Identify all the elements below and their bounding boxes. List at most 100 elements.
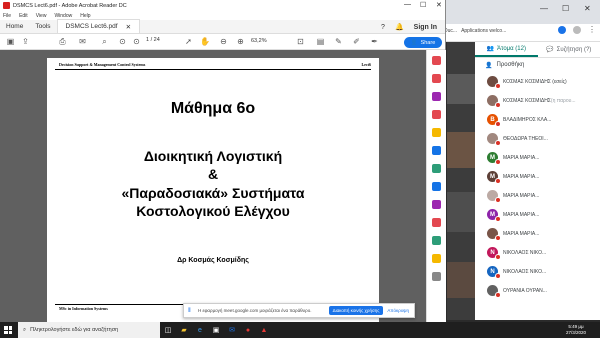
participant-row[interactable]: N ΝΙΚΟΛΑΟΣ ΝΙΚΟ... <box>475 262 600 281</box>
share-button[interactable]: 👤 Share <box>404 37 442 48</box>
scroll-mode-icon[interactable]: ▤ <box>316 37 325 46</box>
organize-icon[interactable] <box>432 164 441 173</box>
windows-start-icon[interactable] <box>4 326 12 334</box>
zoom-out-icon[interactable]: ⊖ <box>219 37 228 46</box>
acrobat-taskbar-icon[interactable]: ▲ <box>256 322 272 338</box>
sign-in-button[interactable]: Sign In <box>414 24 437 31</box>
create-pdf-icon[interactable] <box>432 74 441 83</box>
combine-icon[interactable] <box>432 146 441 155</box>
export-pdf-icon[interactable] <box>432 56 441 65</box>
avatar[interactable] <box>573 26 581 34</box>
participant-row[interactable]: ΜΑΡΙΑ ΜΑΡΙΑ... <box>475 186 600 205</box>
zoom-level[interactable]: 63,2% <box>251 38 267 44</box>
tab-bar: Home Tools DSMCS Lect6.pdf ✕ ? 🔔 Sign In <box>0 19 445 34</box>
participant-row[interactable]: ΘΕΟΔΩΡΑ ΤΗΕΟΙ... <box>475 129 600 148</box>
screen-share-notice: ⦀ Η εφαρμογή meet.google.com μοιράζεται … <box>183 303 415 318</box>
stamp-icon[interactable] <box>432 254 441 263</box>
add-people-button[interactable]: 👤 Προσθήκη <box>475 58 600 72</box>
participant-row[interactable]: ΚΟΣΜΑΣ ΚΟΣΜΙΔΗΣ (εσείς) <box>475 72 600 91</box>
minimize-icon[interactable]: — <box>540 4 548 13</box>
store-icon[interactable]: ▣ <box>208 322 224 338</box>
hide-notice-button[interactable]: Απόκρυψη <box>387 308 409 313</box>
avatar: B <box>487 114 501 127</box>
menu-help[interactable]: Help <box>80 13 90 19</box>
document-view[interactable]: Decision Support & Management Control Sy… <box>0 50 426 322</box>
edge-icon[interactable]: e <box>192 322 208 338</box>
system-clock[interactable]: 5:49 μμ 27/3/2020 <box>566 324 586 336</box>
close-icon[interactable]: ✕ <box>584 4 591 13</box>
fit-page-icon[interactable]: ⊡ <box>296 37 305 46</box>
menu-dots-icon[interactable]: ⋮ <box>588 25 596 34</box>
close-tab-icon[interactable]: ✕ <box>126 23 131 31</box>
tab-home[interactable]: Home <box>0 19 29 33</box>
file-explorer-icon[interactable]: ▰ <box>176 322 192 338</box>
participant-row[interactable]: B ΒΛΑΔΙΜΗΡΟΣ ΚΛΑ... <box>475 110 600 129</box>
menu-edit[interactable]: Edit <box>19 13 28 19</box>
send-icon[interactable] <box>432 218 441 227</box>
add-person-icon: 👤 <box>485 62 493 69</box>
close-icon[interactable]: ✕ <box>436 1 442 9</box>
pdf-page: Decision Support & Management Control Sy… <box>47 58 379 322</box>
participant-name: ΒΛΑΔΙΜΗΡΟΣ ΚΛΑ... <box>503 116 552 123</box>
slide-line: Διοικητική Λογιστική <box>143 148 283 164</box>
participant-row[interactable]: M ΜΑΡΙΑ ΜΑΡΙΑ... <box>475 205 600 224</box>
next-page-icon[interactable]: ⊙ <box>132 37 141 46</box>
chrome-icon[interactable]: ● <box>240 322 256 338</box>
tab-people[interactable]: 👥 Άτομα (12) <box>475 42 538 57</box>
convert-icon[interactable] <box>432 110 441 119</box>
select-cursor-icon[interactable]: ➚ <box>184 37 193 46</box>
menu-view[interactable]: View <box>36 13 47 19</box>
zoom-in-icon[interactable]: ⊕ <box>236 37 245 46</box>
task-view-icon[interactable]: ◫ <box>160 322 176 338</box>
mic-muted-icon <box>495 254 501 260</box>
save-icon[interactable]: ▣ <box>6 37 15 46</box>
hand-tool-icon[interactable]: ✋ <box>200 37 210 46</box>
tab-document[interactable]: DSMCS Lect6.pdf ✕ <box>56 19 141 33</box>
mic-muted-icon <box>495 178 501 184</box>
prev-page-icon[interactable]: ⊙ <box>118 37 127 46</box>
bookmark-item[interactable]: Applications welco... <box>461 28 506 34</box>
mic-muted-icon <box>495 121 501 127</box>
sign-icon[interactable]: ✒ <box>370 37 379 46</box>
avatar <box>487 76 501 89</box>
tab-chat[interactable]: 💬 Συζήτηση (?) <box>538 42 600 57</box>
participant-name: ΜΑΡΙΑ ΜΑΡΙΑ... <box>503 211 540 218</box>
menu-window[interactable]: Window <box>54 13 72 19</box>
menu-file[interactable]: File <box>3 13 11 19</box>
comment-tool-icon[interactable] <box>432 128 441 137</box>
edit-pdf-icon[interactable] <box>432 92 441 101</box>
maximize-icon[interactable]: ☐ <box>562 4 569 13</box>
taskbar: ⌕ Πληκτρολογήστε εδώ για αναζήτηση ◫ ▰ e… <box>0 322 600 338</box>
tab-tools[interactable]: Tools <box>29 19 56 33</box>
participant-row[interactable]: M ΜΑΡΙΑ ΜΑΡΙΑ... <box>475 167 600 186</box>
comment-icon[interactable]: ✎ <box>334 37 343 46</box>
avatar: M <box>487 152 501 165</box>
participant-row[interactable]: ΟΥΡΑΝΙΑ ΟΥΡΑΝ... <box>475 281 600 300</box>
email-icon[interactable]: ✉ <box>78 37 87 46</box>
notifications-icon[interactable]: 🔔 <box>395 23 404 31</box>
participant-row[interactable]: N ΝΙΚΟΛΑΟΣ ΝΙΚΟ... <box>475 243 600 262</box>
minimize-icon[interactable]: — <box>404 1 411 8</box>
taskbar-search[interactable]: ⌕ Πληκτρολογήστε εδώ για αναζήτηση <box>18 322 160 338</box>
highlight-icon[interactable]: ✐ <box>352 37 361 46</box>
fill-sign-icon[interactable] <box>432 200 441 209</box>
participant-row[interactable]: M ΜΑΡΙΑ ΜΑΡΙΑ... <box>475 148 600 167</box>
extension-icon[interactable] <box>558 26 566 34</box>
search-icon[interactable]: ⌕ <box>100 37 109 46</box>
upload-icon[interactable]: ⇪ <box>21 37 30 46</box>
more-tools-icon[interactable] <box>432 272 441 281</box>
protect-icon[interactable] <box>432 182 441 191</box>
print-icon[interactable]: ⎙ <box>58 37 67 46</box>
help-icon[interactable]: ? <box>381 24 385 31</box>
participant-name: ΜΑΡΙΑ ΜΑΡΙΑ... <box>503 230 540 237</box>
chat-icon: 💬 <box>546 47 554 53</box>
participant-row[interactable]: ΜΑΡΙΑ ΜΑΡΙΑ... <box>475 224 600 243</box>
slide-line: «Παραδοσιακά» Συστήματα <box>121 185 305 201</box>
participant-name: ΟΥΡΑΝΙΑ ΟΥΡΑΝ... <box>503 287 547 294</box>
compare-icon[interactable] <box>432 236 441 245</box>
participant-row[interactable]: ΚΟΣΜΑΣ ΚΟΣΜΙΔΗΣ (η παρου... <box>475 91 600 110</box>
mail-icon[interactable]: ✉ <box>224 322 240 338</box>
maximize-icon[interactable]: ☐ <box>420 1 426 9</box>
page-indicator[interactable]: 1 / 24 <box>146 37 160 43</box>
stop-sharing-button[interactable]: Διακοπή κοινής χρήσης <box>328 306 384 315</box>
